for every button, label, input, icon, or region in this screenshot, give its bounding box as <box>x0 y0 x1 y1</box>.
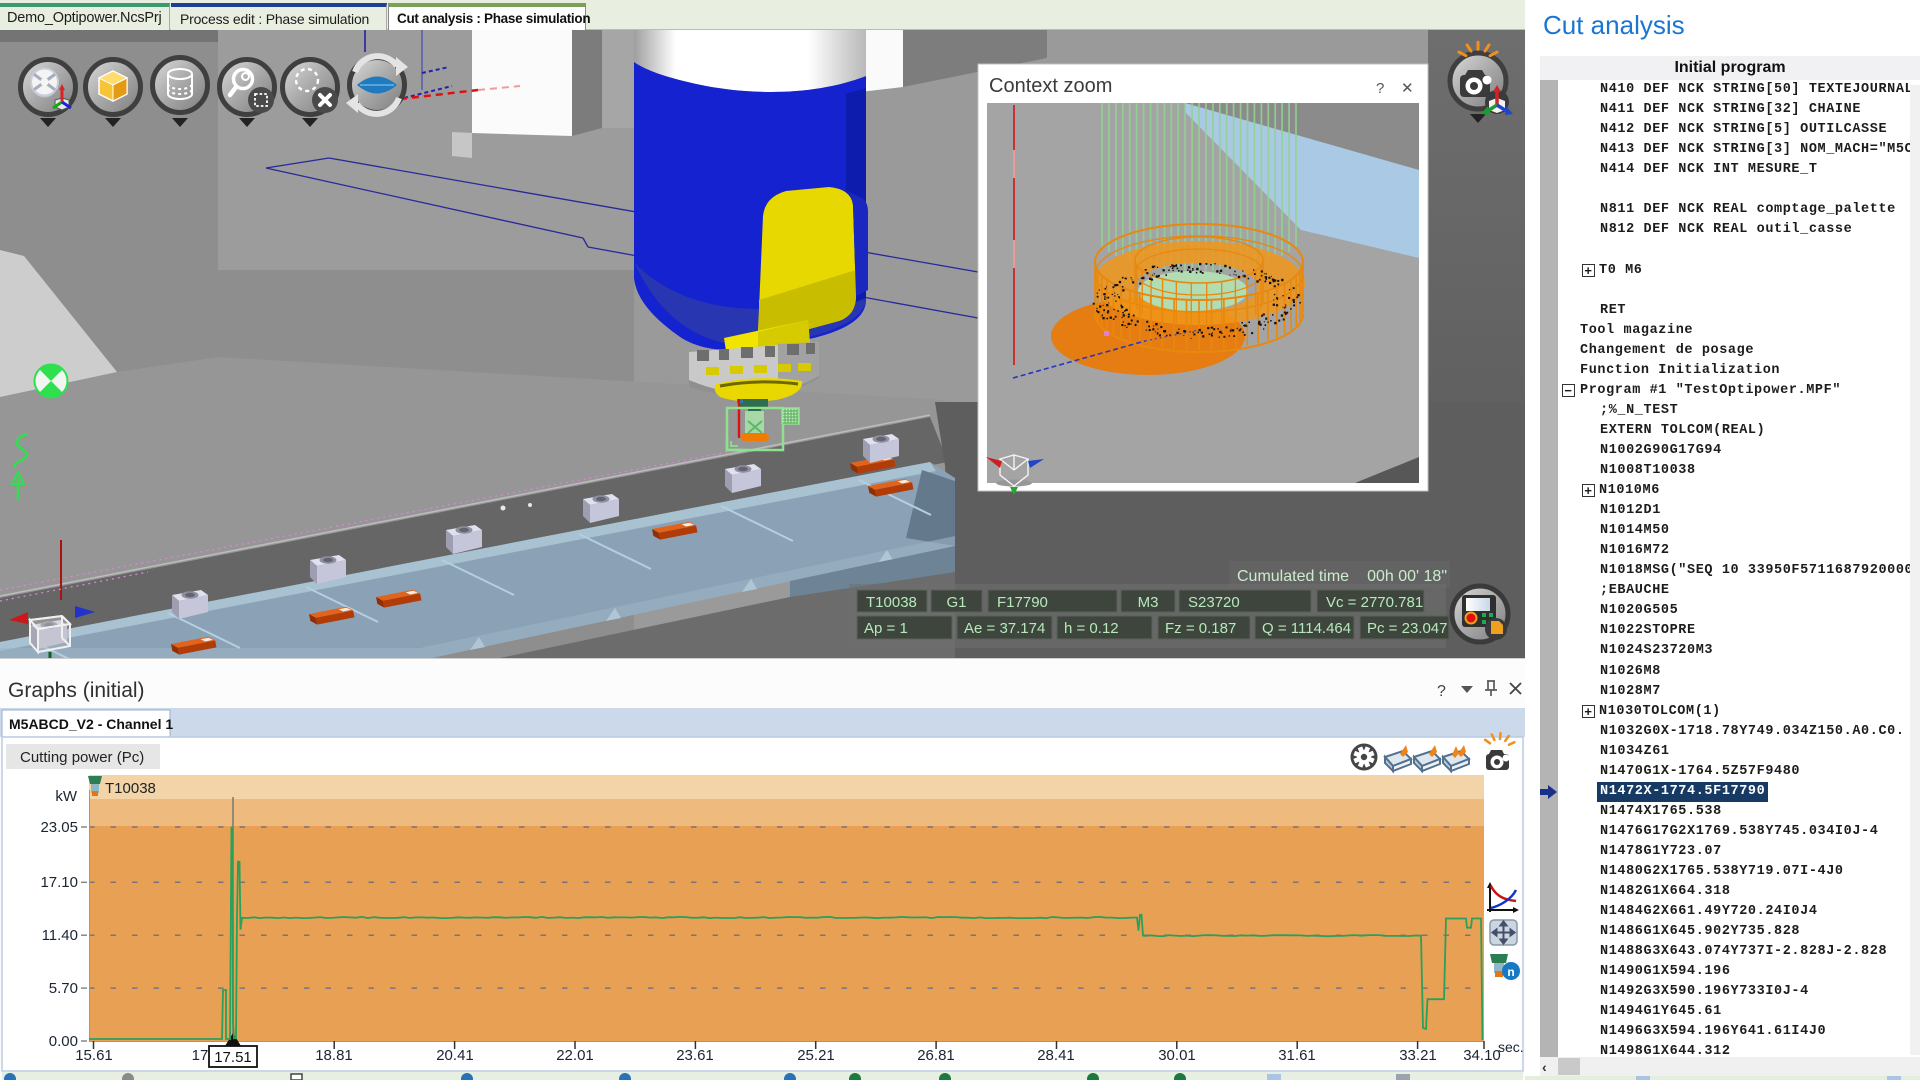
svg-text:Fz = 0.187: Fz = 0.187 <box>1165 620 1236 637</box>
svg-text:✕: ✕ <box>1401 80 1414 97</box>
svg-text:0.00: 0.00 <box>49 1033 78 1050</box>
svg-text:h = 0.12: h = 0.12 <box>1064 620 1119 637</box>
svg-text:Ap = 1: Ap = 1 <box>864 620 908 637</box>
svg-text:?: ? <box>1437 683 1446 700</box>
svg-text:kW: kW <box>55 788 78 805</box>
svg-text:28.41: 28.41 <box>1037 1047 1075 1064</box>
svg-text:22.01: 22.01 <box>556 1047 594 1064</box>
svg-text:Pc = 23.047: Pc = 23.047 <box>1367 620 1447 637</box>
svg-text:31.61: 31.61 <box>1278 1047 1316 1064</box>
svg-text:F17790: F17790 <box>997 594 1048 611</box>
svg-text:17.51: 17.51 <box>214 1049 252 1066</box>
svg-text:Vc = 2770.781: Vc = 2770.781 <box>1326 594 1423 611</box>
svg-text:Ae = 37.174: Ae = 37.174 <box>964 620 1045 637</box>
svg-text:25.21: 25.21 <box>797 1047 835 1064</box>
svg-text:30.01: 30.01 <box>1158 1047 1196 1064</box>
svg-text:23.61: 23.61 <box>676 1047 714 1064</box>
svg-text:Context zoom: Context zoom <box>989 75 1112 97</box>
svg-text:17: 17 <box>192 1047 209 1064</box>
svg-text:S23720: S23720 <box>1188 594 1240 611</box>
svg-text:5.70: 5.70 <box>49 980 78 997</box>
svg-text:18.81: 18.81 <box>315 1047 353 1064</box>
svg-text:26.81: 26.81 <box>917 1047 955 1064</box>
svg-text:23.05: 23.05 <box>40 819 78 836</box>
svg-text:T10038: T10038 <box>866 594 917 611</box>
svg-text:?: ? <box>1376 80 1384 97</box>
svg-text:M5ABCD_V2 - Channel 1: M5ABCD_V2 - Channel 1 <box>9 716 173 732</box>
svg-text:G1: G1 <box>946 594 966 611</box>
svg-text:20.41: 20.41 <box>436 1047 474 1064</box>
svg-text:Q = 1114.464: Q = 1114.464 <box>1262 620 1351 637</box>
svg-text:Cutting power (Pc): Cutting power (Pc) <box>20 749 144 766</box>
svg-text:34.10: 34.10 <box>1463 1047 1501 1064</box>
svg-text:17.10: 17.10 <box>40 874 78 891</box>
svg-text:Cumulated time: Cumulated time <box>1237 568 1349 585</box>
svg-text:M3: M3 <box>1138 594 1159 611</box>
svg-text:33.21: 33.21 <box>1399 1047 1437 1064</box>
svg-text:11.40: 11.40 <box>42 927 78 944</box>
svg-text:n: n <box>1507 965 1514 979</box>
svg-text:T10038: T10038 <box>105 780 156 797</box>
svg-text:Graphs (initial): Graphs (initial) <box>8 679 145 702</box>
svg-text:15.61: 15.61 <box>75 1047 113 1064</box>
svg-text:sec.: sec. <box>1498 1039 1524 1055</box>
svg-text:00h 00' 18": 00h 00' 18" <box>1367 568 1447 585</box>
